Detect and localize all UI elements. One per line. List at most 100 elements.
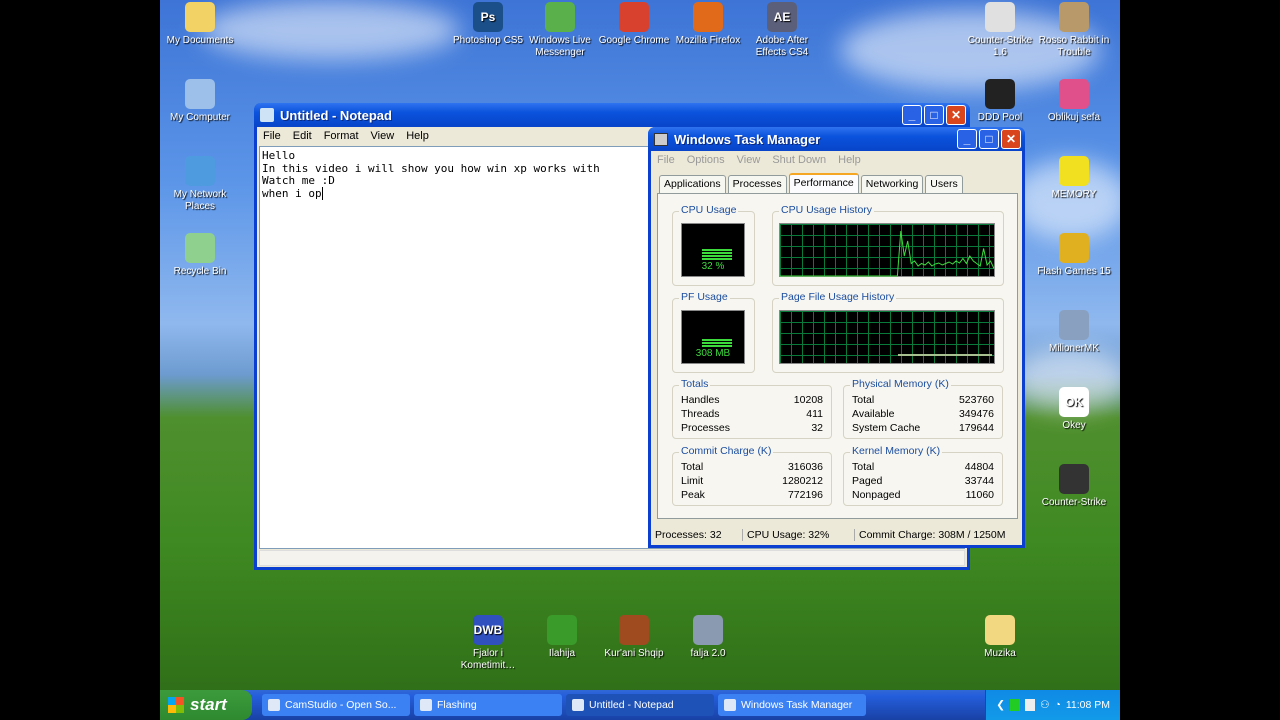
taskbar-button-label: CamStudio - Open So... — [285, 699, 397, 711]
desktop-icon-label: Recycle Bin — [173, 266, 227, 277]
stat-row: Available 349476 — [852, 407, 994, 421]
task-manager-window[interactable]: Windows Task Manager _ □ ✕ File Options … — [648, 127, 1025, 548]
recycle-bin-icon — [185, 233, 215, 263]
desktop-icon[interactable]: DDD Pool — [960, 79, 1040, 124]
status-bar: Processes: 32 CPU Usage: 32% Commit Char… — [651, 525, 1022, 545]
menu-help[interactable]: Help — [406, 130, 429, 142]
tab-processes[interactable]: Processes — [727, 175, 787, 193]
taskbar-button[interactable]: Untitled - Notepad — [566, 694, 714, 716]
tray-expand-icon[interactable]: ❮ — [996, 699, 1005, 711]
stat-value: 44804 — [964, 461, 994, 473]
totals-label: Totals — [679, 378, 711, 390]
commit-label: Commit Charge (K) — [679, 445, 774, 457]
desktop-icon[interactable]: DWB Fjalor i Kometimit… — [448, 615, 528, 672]
desktop-icon[interactable]: Recycle Bin — [160, 233, 240, 278]
notepad-titlebar[interactable]: Untitled - Notepad _ □ ✕ — [254, 103, 970, 127]
stat-value: 10208 — [793, 394, 823, 406]
kernel-group: Kernel Memory (K) Total 44804 Paged 33744 Non… — [843, 445, 1003, 506]
maximize-button[interactable]: □ — [979, 129, 999, 149]
desktop-icon-label: Google Chrome — [598, 35, 670, 46]
tray-app-icon[interactable] — [1025, 699, 1036, 711]
volume-icon[interactable]: ◔ — [1054, 699, 1060, 711]
pf-history-group: Page File Usage History — [772, 291, 1004, 373]
desktop-icon[interactable]: My Network Places — [160, 156, 240, 213]
close-button[interactable]: ✕ — [946, 105, 966, 125]
memory-game-icon — [1059, 156, 1089, 186]
desktop-icon-label: Photoshop CS5 — [452, 35, 524, 46]
menu-shutdown[interactable]: Shut Down — [772, 154, 826, 166]
desktop-icon-label: My Documents — [166, 35, 234, 46]
menu-view[interactable]: View — [737, 154, 761, 166]
desktop-icon[interactable]: Oblikuj sefa — [1034, 79, 1114, 124]
menu-view[interactable]: View — [371, 130, 395, 142]
maximize-button[interactable]: □ — [924, 105, 944, 125]
taskbar-button[interactable]: Windows Task Manager — [718, 694, 866, 716]
totals-group: Totals Handles 10208 Threads 411 Processes 32 — [672, 378, 832, 439]
stat-label: Total — [681, 461, 704, 473]
stat-row: Limit 1280212 — [681, 474, 823, 488]
desktop-icon[interactable]: Mozilla Firefox — [668, 2, 748, 47]
desktop-icon[interactable]: MEMORY — [1034, 156, 1114, 201]
desktop-icon-label: Flash Games 15 — [1037, 266, 1111, 277]
menu-edit[interactable]: Edit — [293, 130, 312, 142]
desktop-icon[interactable]: Ps Photoshop CS5 — [448, 2, 528, 47]
desktop-icon[interactable]: My Documents — [160, 2, 240, 47]
minimize-button[interactable]: _ — [957, 129, 977, 149]
stat-row: Paged 33744 — [852, 474, 994, 488]
desktop-icon[interactable]: MilionerMK — [1034, 310, 1114, 355]
window-icon — [268, 699, 280, 711]
desktop-icon-label: Ilahija — [548, 648, 576, 659]
okey-icon: OK — [1059, 387, 1089, 417]
taskbar-button[interactable]: CamStudio - Open So... — [262, 694, 410, 716]
desktop-icon[interactable]: Ilahija — [522, 615, 602, 660]
book-icon — [619, 615, 649, 645]
desktop-icon[interactable]: Kur'ani Shqip — [594, 615, 674, 660]
close-button[interactable]: ✕ — [1001, 129, 1021, 149]
start-button[interactable]: start — [160, 690, 252, 720]
cpu-usage-group: CPU Usage 32 % — [672, 204, 755, 286]
cpu-meter: 32 % — [681, 223, 745, 277]
system-tray: ❮ ⚇ ◔ 11:08 PM — [985, 690, 1120, 720]
cpu-usage-label: CPU Usage — [679, 204, 739, 216]
flash-icon — [693, 615, 723, 645]
desktop-icon-label: Kur'ani Shqip — [604, 648, 664, 659]
minimize-button[interactable]: _ — [902, 105, 922, 125]
commit-group: Commit Charge (K) Total 316036 Limit 1280212… — [672, 445, 832, 506]
status-processes: Processes: 32 — [651, 529, 743, 541]
desktop-icon[interactable]: Counter-Strike — [1034, 464, 1114, 509]
stat-value: 316036 — [787, 461, 823, 473]
taskbar-button-label: Windows Task Manager — [741, 699, 853, 711]
menu-options[interactable]: Options — [687, 154, 725, 166]
desktop-icon[interactable]: Muzika — [960, 615, 1040, 660]
cpu-value: 32 % — [701, 261, 725, 272]
desktop-icon[interactable]: Counter-Strike 1.6 — [960, 2, 1040, 59]
tab-applications[interactable]: Applications — [659, 175, 726, 193]
desktop-icon[interactable]: My Computer — [160, 79, 240, 124]
stat-value: 772196 — [787, 489, 823, 501]
stat-value: 411 — [806, 408, 823, 420]
network-icon[interactable]: ⚇ — [1040, 699, 1049, 711]
stat-label: Nonpaged — [852, 489, 901, 501]
desktop-icon[interactable]: Windows Live Messenger — [520, 2, 600, 59]
desktop-icon[interactable]: OK Okey — [1034, 387, 1114, 432]
desktop-icon[interactable]: Rosso Rabbit in Trouble — [1034, 2, 1114, 59]
menu-file[interactable]: File — [657, 154, 675, 166]
desktop-icon[interactable]: AE Adobe After Effects CS4 — [742, 2, 822, 59]
taskmgr-titlebar[interactable]: Windows Task Manager _ □ ✕ — [648, 127, 1025, 151]
window-icon — [420, 699, 432, 711]
desktop-icon[interactable]: falja 2.0 — [668, 615, 748, 660]
tab-performance[interactable]: Performance — [788, 173, 859, 193]
tab-users[interactable]: Users — [925, 175, 963, 193]
menu-file[interactable]: File — [263, 130, 281, 142]
desktop-icon-label: MilionerMK — [1048, 343, 1099, 354]
pool-ball-icon — [985, 79, 1015, 109]
tray-app-icon[interactable] — [1010, 699, 1021, 711]
taskbar-button[interactable]: Flashing — [414, 694, 562, 716]
tab-networking[interactable]: Networking — [860, 175, 924, 193]
desktop-icon[interactable]: Flash Games 15 — [1034, 233, 1114, 278]
horizontal-scrollbar[interactable] — [259, 550, 965, 566]
taskmgr-title: Windows Task Manager — [674, 131, 821, 147]
menu-format[interactable]: Format — [324, 130, 359, 142]
desktop-icon[interactable]: Google Chrome — [594, 2, 674, 47]
menu-help[interactable]: Help — [838, 154, 861, 166]
